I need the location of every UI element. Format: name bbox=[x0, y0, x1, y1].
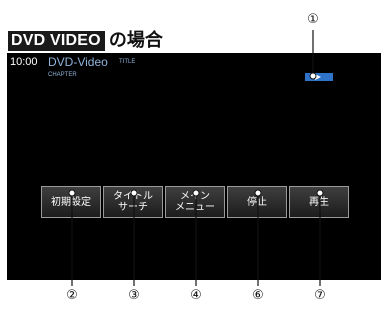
callout-6: ⑥ bbox=[252, 288, 264, 303]
callout-2: ② bbox=[66, 288, 78, 303]
callout-4: ④ bbox=[190, 288, 202, 303]
callout-lines bbox=[68, 30, 324, 286]
callout-1: ① bbox=[307, 12, 319, 27]
callout-3: ③ bbox=[128, 288, 140, 303]
callout-7: ⑦ bbox=[314, 288, 326, 303]
